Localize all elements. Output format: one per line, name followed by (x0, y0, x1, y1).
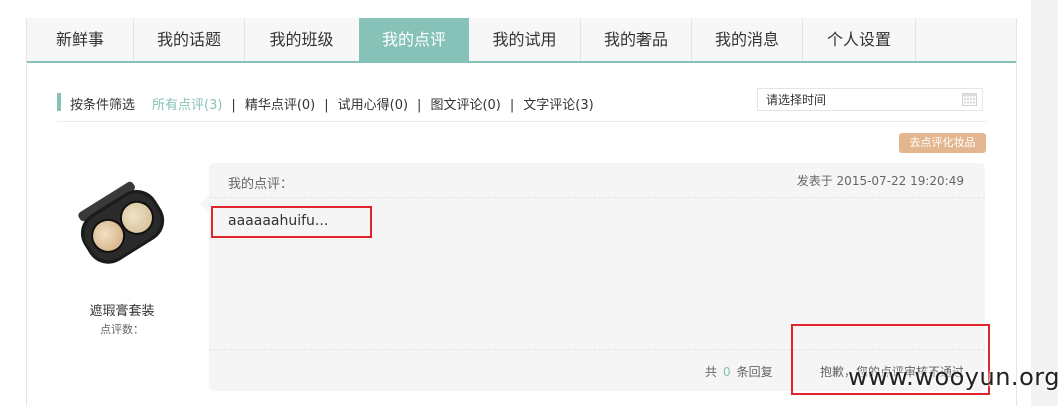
tab-my-messages[interactable]: 我的消息 (692, 18, 803, 61)
filter-text-reviews[interactable]: 文字评论(3) (523, 98, 593, 113)
tab-news[interactable]: 新鲜事 (27, 18, 134, 61)
review-count-label: 点评数： (100, 323, 144, 336)
frame-left-border (26, 18, 27, 406)
watermark: www.wooyun.org (848, 363, 1058, 391)
filter-trial-notes[interactable]: 试用心得(0) (338, 98, 408, 113)
filter-options: 所有点评(3) | 精华点评(0) | 试用心得(0) | 图文评论(0) | 文字评论(3) (152, 94, 594, 113)
tab-my-reviews[interactable]: 我的点评 (359, 18, 469, 61)
card-pointer (200, 195, 209, 213)
review-time: 发表于 2015-07-22 19:20:49 (796, 174, 964, 188)
go-review-cosmetics-button[interactable]: 去点评化妆品 (899, 133, 986, 153)
date-picker[interactable] (757, 88, 983, 111)
tab-bar: 新鲜事 我的话题 我的班级 我的点评 我的试用 我的奢品 我的消息 个人设置 (27, 18, 1016, 63)
tab-my-trials[interactable]: 我的试用 (469, 18, 581, 61)
filter-image-reviews[interactable]: 图文评论(0) (430, 98, 500, 113)
tab-my-topics[interactable]: 我的话题 (134, 18, 245, 61)
filter-all-reviews[interactable]: 所有点评(3) (152, 98, 222, 113)
filter-accent-bar (57, 93, 61, 111)
reply-count-number: 0 (723, 365, 731, 379)
reply-suffix: 条回复 (736, 365, 773, 379)
filter-separator: | (324, 98, 329, 113)
calendar-icon[interactable] (962, 93, 977, 106)
review-title: 我的点评： (228, 177, 294, 192)
filter-featured-reviews[interactable]: 精华点评(0) (245, 98, 315, 113)
filter-separator: | (509, 98, 515, 113)
date-input[interactable] (766, 92, 956, 108)
product-image[interactable] (72, 176, 172, 276)
tab-my-class[interactable]: 我的班级 (245, 18, 358, 61)
page-right-margin (1031, 0, 1058, 406)
highlight-box-content (211, 206, 372, 238)
frame-right-border (1016, 18, 1017, 406)
tab-my-luxury[interactable]: 我的奢品 (581, 18, 692, 61)
reply-count[interactable]: 共 0 条回复 (705, 363, 773, 380)
reply-prefix: 共 (705, 365, 718, 379)
filter-divider (57, 121, 987, 122)
filter-label: 按条件筛选 (70, 98, 136, 113)
filter-separator: | (417, 98, 422, 113)
filter-separator: | (231, 98, 236, 113)
product-name[interactable]: 遮瑕膏套装 (72, 300, 172, 319)
tab-settings[interactable]: 个人设置 (803, 18, 916, 61)
card-header-divider (209, 197, 985, 199)
